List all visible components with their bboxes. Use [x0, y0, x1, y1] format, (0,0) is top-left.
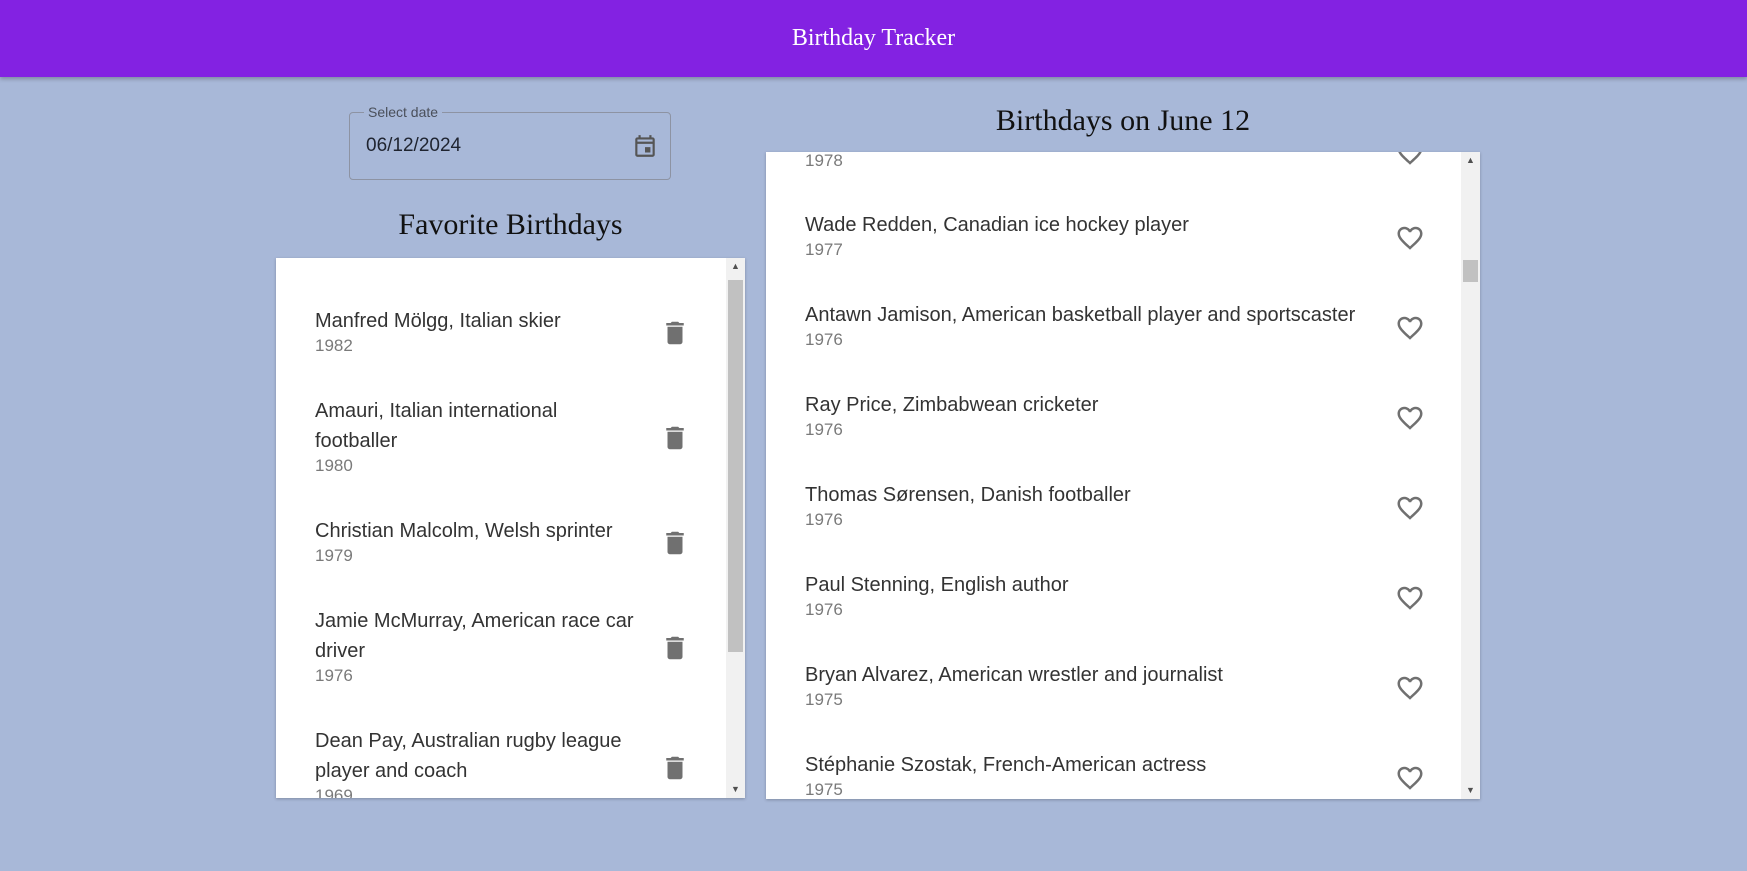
heart-outline-icon[interactable]: [1395, 152, 1425, 168]
item-year: 1976: [805, 600, 843, 619]
item-name: Jamie McMurray, American race car driver: [315, 610, 634, 662]
item-name: Stéphanie Szostak, French-American actre…: [805, 754, 1207, 776]
heart-outline-icon[interactable]: [1395, 673, 1425, 703]
item-year: 1976: [805, 330, 843, 349]
scroll-up-icon[interactable]: ▲: [1461, 152, 1480, 169]
list-item: Antawn Jamison, American basketball play…: [805, 300, 1395, 350]
heart-outline-icon[interactable]: [1395, 223, 1425, 253]
app-title: Birthday Tracker: [791, 25, 956, 51]
item-name: Amauri, Italian international footballer: [315, 400, 558, 452]
scroll-up-icon[interactable]: ▲: [726, 258, 745, 275]
item-name: Bryan Alvarez, American wrestler and jou…: [805, 664, 1223, 686]
item-name: Antawn Jamison, American basketball play…: [805, 304, 1356, 326]
favorites-title: Favorite Birthdays: [398, 208, 623, 241]
item-year: 1976: [805, 420, 843, 439]
heart-outline-icon[interactable]: [1395, 583, 1425, 613]
scroll-thumb[interactable]: [728, 280, 743, 652]
date-input[interactable]: 06/12/2024: [366, 135, 461, 157]
list-item: Wade Redden, Canadian ice hockey player …: [805, 210, 1395, 260]
scroll-down-icon[interactable]: ▼: [726, 781, 745, 798]
birthdays-title: Birthdays on June 12: [995, 104, 1251, 137]
item-year: 1980: [315, 456, 353, 475]
item-year: 1976: [805, 510, 843, 529]
scrollbar[interactable]: ▲ ▼: [1461, 152, 1480, 799]
birthdays-list: 1978 Wade Redden, Canadian ice hockey pl…: [766, 152, 1480, 799]
scrollbar[interactable]: ▲ ▼: [726, 258, 745, 798]
item-year: 1982: [315, 336, 353, 355]
item-year: 1979: [315, 546, 353, 565]
scroll-down-icon[interactable]: ▼: [1461, 782, 1480, 799]
list-item: Ray Price, Zimbabwean cricketer 1976: [805, 390, 1395, 440]
item-year: 1976: [315, 666, 353, 685]
list-item: Amauri, Italian international footballer…: [315, 396, 645, 476]
trash-icon[interactable]: [660, 528, 690, 558]
list-item: Manfred Mölgg, Italian skier 1982: [315, 306, 645, 356]
list-item: Bryan Alvarez, American wrestler and jou…: [805, 660, 1395, 710]
list-item: Stéphanie Szostak, French-American actre…: [805, 750, 1395, 799]
app-bar: Birthday Tracker: [0, 0, 1747, 77]
item-name: Wade Redden, Canadian ice hockey player: [805, 214, 1189, 236]
trash-icon[interactable]: [660, 753, 690, 783]
item-name: Thomas Sørensen, Danish footballer: [805, 484, 1131, 506]
list-item: Paul Stenning, English author 1976: [805, 570, 1395, 620]
heart-outline-icon[interactable]: [1395, 313, 1425, 343]
item-name: Manfred Mölgg, Italian skier: [315, 310, 561, 332]
scroll-thumb[interactable]: [1463, 260, 1478, 282]
calendar-icon[interactable]: [632, 133, 658, 159]
item-year: 1975: [805, 780, 843, 799]
heart-outline-icon[interactable]: [1395, 403, 1425, 433]
list-item: Dean Pay, Australian rugby league player…: [315, 726, 645, 798]
item-name: Paul Stenning, English author: [805, 574, 1069, 596]
item-name: Dean Pay, Australian rugby league player…: [315, 730, 622, 782]
favorites-list: Manfred Mölgg, Italian skier 1982 Amauri…: [276, 258, 745, 798]
date-picker[interactable]: Select date 06/12/2024: [349, 104, 671, 180]
item-name: Ray Price, Zimbabwean cricketer: [805, 394, 1099, 416]
trash-icon[interactable]: [660, 318, 690, 348]
item-year: 1978: [805, 152, 843, 170]
list-item: Christian Malcolm, Welsh sprinter 1979: [315, 516, 645, 566]
item-year: 1975: [805, 690, 843, 709]
heart-outline-icon[interactable]: [1395, 763, 1425, 793]
trash-icon[interactable]: [660, 423, 690, 453]
item-name: Christian Malcolm, Welsh sprinter: [315, 520, 613, 542]
trash-icon[interactable]: [660, 633, 690, 663]
list-item: Thomas Sørensen, Danish footballer 1976: [805, 480, 1395, 530]
list-item-partial: 1978: [805, 152, 1395, 171]
date-picker-label: Select date: [364, 104, 443, 120]
heart-outline-icon[interactable]: [1395, 493, 1425, 523]
item-year: 1969: [315, 786, 353, 798]
item-year: 1977: [805, 240, 843, 259]
list-item: Jamie McMurray, American race car driver…: [315, 606, 645, 686]
